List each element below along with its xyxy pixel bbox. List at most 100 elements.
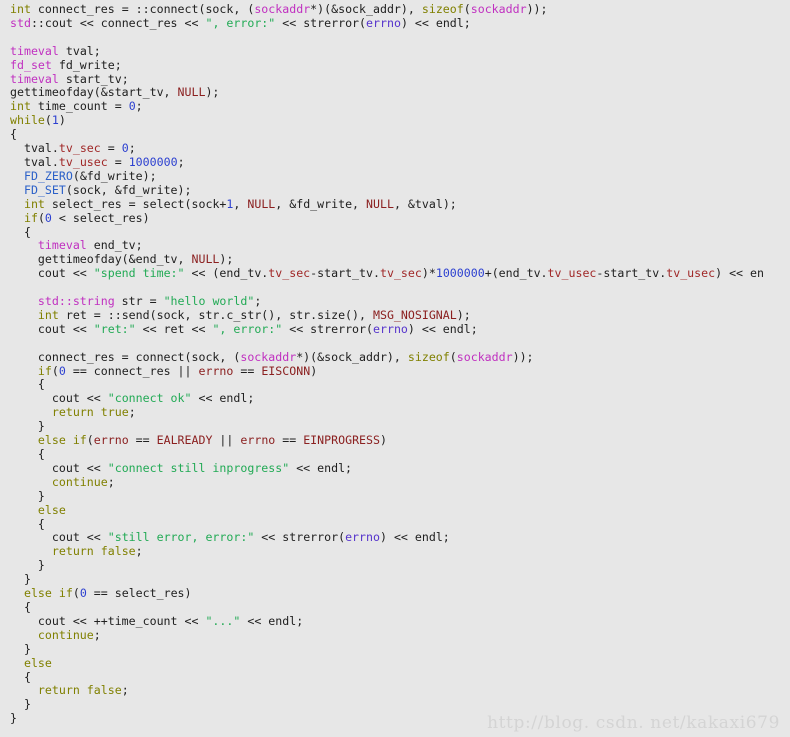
code-token-pln: ) << en xyxy=(715,266,764,281)
code-line: else if(0 == select_res) xyxy=(10,586,790,601)
code-token-num: 0 xyxy=(121,141,129,156)
code-token-pln: tval. xyxy=(10,154,59,169)
code-token-var: errno xyxy=(373,321,408,336)
code-token-typ: timeval xyxy=(10,43,59,58)
code-token-typ: sockaddr xyxy=(456,349,513,364)
code-token-pln: ; xyxy=(135,544,143,559)
code-line: else if(errno == EALREADY || errno == EI… xyxy=(10,433,790,448)
code-token-typ: std::string xyxy=(37,294,115,309)
code-token-typ: std xyxy=(10,15,31,30)
code-line: cout << "ret:" << ret << ", error:" << s… xyxy=(10,321,790,337)
code-token-pln: ) << endl; xyxy=(400,15,471,30)
code-token-con: errno xyxy=(198,363,234,378)
code-token-pln: gettimeofday(&end_tv, xyxy=(10,252,192,267)
code-line: std::cout << connect_res << ", error:" <… xyxy=(10,15,790,31)
code-token-pln: << endl; xyxy=(240,613,304,628)
code-token-mem: tv_usec xyxy=(547,266,597,281)
code-token-pln: )* xyxy=(421,266,436,281)
code-token-num: 1000000 xyxy=(435,266,485,281)
code-token-pln: << strerror( xyxy=(282,321,373,336)
code-token-pln: , &fd_write, xyxy=(275,196,367,211)
code-line: { xyxy=(10,378,790,392)
code-token-kw: int xyxy=(10,2,31,16)
code-token-typ: fd_set xyxy=(10,57,52,72)
code-token-pln: (sock, &fd_write); xyxy=(65,182,192,197)
code-line: cout << "spend time:" << (end_tv.tv_sec-… xyxy=(10,266,790,281)
code-token-kw: if xyxy=(72,433,87,448)
code-token-pln: ::cout << connect_res << xyxy=(30,15,206,30)
code-token-kw: if xyxy=(23,210,38,225)
code-token-typ: timeval xyxy=(37,238,87,253)
code-token-pln: { xyxy=(10,127,17,142)
code-token-pln: cout << xyxy=(10,530,108,545)
code-line: { xyxy=(10,225,790,240)
code-token-kw: return xyxy=(51,544,94,559)
code-token-pln xyxy=(10,433,38,447)
code-token-pln: { xyxy=(10,669,31,684)
code-token-pln: { xyxy=(10,599,31,614)
code-block[interactable]: int connect_res = ::connect(sock, (socka… xyxy=(10,2,790,726)
code-token-pln: << strerror( xyxy=(254,530,346,545)
code-token-str: "still error, error:" xyxy=(107,530,255,545)
code-line: cout << "connect ok" << endl; xyxy=(10,391,790,406)
code-token-num: 0 xyxy=(128,99,136,114)
code-line: timeval start_tv; xyxy=(10,72,790,87)
code-token-str: "connect still inprogress" xyxy=(107,460,290,475)
code-token-pln: )); xyxy=(512,349,534,364)
code-token-pln: ( xyxy=(37,210,45,225)
code-line: int ret = ::send(sock, str.c_str(), str.… xyxy=(10,307,790,323)
code-token-pln: str = xyxy=(114,294,164,309)
code-token-pln: time_count = xyxy=(30,99,129,114)
code-token-num: 0 xyxy=(58,363,66,378)
code-token-pln xyxy=(10,211,24,225)
code-token-pln xyxy=(94,544,101,558)
code-line: else xyxy=(10,503,790,518)
code-token-kw: return xyxy=(51,405,94,420)
code-token-pln: gettimeofday(&start_tv, xyxy=(10,85,178,100)
code-token-num: 0 xyxy=(44,210,52,225)
code-line: fd_set fd_write; xyxy=(10,57,790,73)
code-token-pln: } xyxy=(10,697,31,712)
code-token-pln: (&fd_write); xyxy=(72,168,157,183)
code-line: FD_SET(sock, &fd_write); xyxy=(10,182,790,198)
code-token-pln xyxy=(10,475,52,489)
code-token-kw: else xyxy=(37,433,66,448)
code-token-pln: connect_res = ::connect(sock, ( xyxy=(30,2,255,16)
code-token-kw: sizeof xyxy=(421,2,464,16)
code-token-pln: == xyxy=(275,433,304,448)
code-token-pln: } xyxy=(10,419,45,434)
code-token-typ: sockaddr xyxy=(240,349,297,364)
code-line: } xyxy=(10,489,790,504)
code-token-str: "spend time:" xyxy=(93,266,185,281)
code-line: cout << ++time_count << "..." << endl; xyxy=(10,613,790,629)
code-token-pln: -start_tv. xyxy=(310,266,380,281)
code-token-pln: ( xyxy=(51,363,59,378)
code-token-pln: connect_res = connect(sock, ( xyxy=(10,349,241,364)
code-token-pln: select_res = select(sock+ xyxy=(44,196,227,211)
code-line: tval.tv_usec = 1000000; xyxy=(10,154,790,170)
code-line: { xyxy=(10,127,790,142)
code-screenshot: int connect_res = ::connect(sock, (socka… xyxy=(0,0,790,737)
code-token-num: 1000000 xyxy=(128,154,178,169)
code-token-pln xyxy=(66,433,73,447)
code-token-pln xyxy=(10,169,24,183)
code-token-pln: } xyxy=(10,572,31,587)
code-line: } xyxy=(10,558,790,573)
code-token-pln: ) << endl; xyxy=(407,321,478,336)
code-line: gettimeofday(&start_tv, NULL); xyxy=(10,85,790,100)
code-token-pln: || xyxy=(212,433,241,448)
code-line: } xyxy=(10,572,790,587)
code-token-mac: FD_SET xyxy=(23,182,66,197)
code-line: { xyxy=(10,517,790,532)
code-line: return true; xyxy=(10,405,790,420)
code-token-kw: int xyxy=(37,307,59,322)
code-token-con: errno xyxy=(93,433,129,448)
code-token-var: errno xyxy=(345,530,380,545)
code-line: continue; xyxy=(10,475,790,490)
code-token-pln: ( xyxy=(86,433,94,448)
code-token-con: errno xyxy=(240,433,276,448)
code-token-pln: fd_write; xyxy=(51,57,122,72)
code-token-con: EISCONN xyxy=(261,363,311,378)
